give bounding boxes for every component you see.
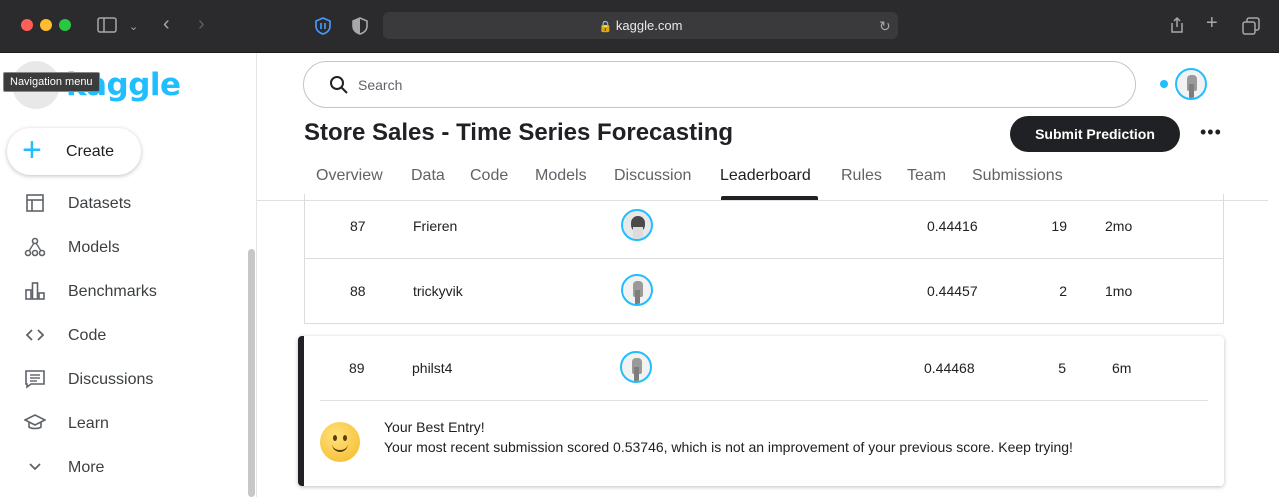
address-bar[interactable]: 🔒 kaggle.com ↻ [383, 12, 898, 39]
sidebar-item-label: More [68, 459, 105, 476]
plus-icon: + [22, 131, 42, 169]
tab-rules[interactable]: Rules [841, 167, 882, 185]
browser-toolbar: ⌄ ‹ › 🔒 kaggle.com ↻ + [0, 0, 1279, 53]
member-avatar[interactable] [621, 209, 653, 241]
tab-data[interactable]: Data [411, 167, 445, 185]
privacy-icon[interactable] [352, 17, 368, 39]
submit-prediction-button[interactable]: Submit Prediction [1010, 116, 1180, 152]
sidebar-item-label: Discussions [68, 371, 154, 388]
best-entry-message: Your most recent submission scored 0.537… [384, 439, 1073, 455]
member-avatar[interactable] [621, 274, 653, 306]
chevron-down-icon[interactable]: ⌄ [129, 19, 138, 35]
team-name-cell[interactable]: philst4 [412, 360, 452, 376]
code-icon [24, 324, 46, 346]
minimize-window-button[interactable] [40, 19, 52, 31]
page-title: Store Sales - Time Series Forecasting [304, 119, 734, 146]
tab-overview-icon[interactable] [1242, 17, 1260, 39]
smiley-icon [320, 422, 360, 462]
team-name-cell[interactable]: trickyvik [413, 283, 463, 299]
divider [320, 400, 1208, 401]
score-cell: 0.44457 [927, 283, 978, 299]
table-icon [24, 192, 46, 214]
sidebar-item-label: Models [68, 239, 120, 256]
score-cell: 0.44416 [927, 218, 978, 234]
last-submission-cell: 2mo [1105, 218, 1133, 234]
sidebar-toggle-icon[interactable] [97, 17, 117, 37]
chevron-down-icon [24, 456, 46, 478]
share-icon[interactable] [1169, 16, 1185, 38]
forward-icon[interactable]: › [198, 14, 205, 34]
search-bar[interactable] [303, 61, 1136, 108]
create-button[interactable]: + Create [7, 128, 141, 175]
sidebar-item-more[interactable]: More [0, 449, 245, 485]
navigation-menu-tooltip: Navigation menu [3, 72, 100, 92]
shield-icon[interactable] [314, 17, 332, 39]
table-row[interactable]: 88 trickyvik 0.44457 2 1mo [304, 259, 1224, 324]
sidebar-item-discussions[interactable]: Discussions [0, 361, 245, 397]
comments-icon [24, 368, 46, 390]
tab-overview[interactable]: Overview [316, 167, 383, 185]
tab-discussion[interactable]: Discussion [614, 167, 691, 185]
sidebar-item-models[interactable]: Models [0, 229, 245, 265]
entries-cell: 5 [1058, 360, 1066, 376]
sidebar-item-code[interactable]: Code [0, 317, 245, 353]
url-label: kaggle.com [615, 18, 683, 33]
reload-icon[interactable]: ↻ [879, 18, 891, 34]
sidebar-item-label: Benchmarks [68, 283, 157, 300]
table-row[interactable]: 87 Frieren 0.44416 19 2mo [304, 194, 1224, 259]
user-avatar[interactable] [1175, 68, 1207, 100]
search-icon [329, 75, 349, 95]
tab-leaderboard[interactable]: Leaderboard [720, 167, 811, 185]
tab-models[interactable]: Models [535, 167, 587, 185]
create-label: Create [66, 143, 115, 160]
more-options-icon[interactable]: ••• [1200, 122, 1222, 143]
last-submission-cell: 1mo [1105, 283, 1133, 299]
tab-team[interactable]: Team [907, 167, 946, 185]
sidebar-item-label: Learn [68, 415, 109, 432]
entries-cell: 19 [1051, 218, 1067, 234]
sidebar: kaggle Navigation menu + Create Datasets… [0, 53, 257, 497]
score-cell: 0.44468 [924, 360, 975, 376]
lock-icon: 🔒 [598, 21, 613, 33]
rank-cell: 87 [350, 218, 366, 234]
notification-dot [1160, 80, 1168, 88]
close-window-button[interactable] [21, 19, 33, 31]
rank-cell: 88 [350, 283, 366, 299]
sidebar-item-benchmarks[interactable]: Benchmarks [0, 273, 245, 309]
models-icon [24, 236, 46, 258]
zoom-window-button[interactable] [59, 19, 71, 31]
url-text: 🔒 kaggle.com [383, 18, 898, 33]
member-avatar[interactable] [620, 351, 652, 383]
table-row[interactable]: 89 philst4 0.44468 5 6m [304, 336, 1224, 400]
best-entry-card: 89 philst4 0.44468 5 6m Your Best Entry!… [298, 336, 1224, 486]
last-submission-cell: 6m [1112, 360, 1132, 376]
tab-submissions[interactable]: Submissions [972, 167, 1063, 185]
new-tab-icon[interactable]: + [1206, 13, 1218, 33]
back-icon[interactable]: ‹ [163, 14, 170, 34]
sidebar-scrollbar[interactable] [248, 249, 255, 497]
best-entry-title: Your Best Entry! [384, 419, 485, 435]
entries-cell: 2 [1059, 283, 1067, 299]
search-input[interactable] [358, 74, 1058, 96]
sidebar-item-datasets[interactable]: Datasets [0, 185, 245, 221]
sidebar-item-label: Datasets [68, 195, 132, 212]
bar-chart-icon [24, 280, 46, 302]
sidebar-item-label: Code [68, 327, 107, 344]
team-name-cell[interactable]: Frieren [413, 218, 457, 234]
sidebar-item-learn[interactable]: Learn [0, 405, 245, 441]
school-icon [23, 412, 47, 434]
tab-code[interactable]: Code [470, 167, 508, 185]
rank-cell: 89 [349, 360, 365, 376]
